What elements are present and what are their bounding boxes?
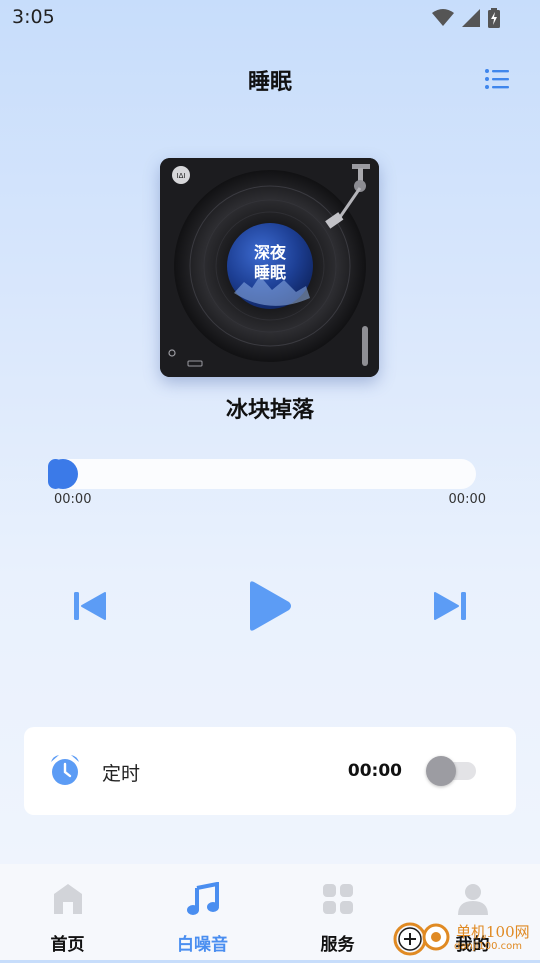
status-icons bbox=[432, 8, 500, 28]
timer-toggle[interactable] bbox=[426, 756, 476, 786]
alarm-clock-icon bbox=[51, 755, 79, 785]
pitch-slider bbox=[362, 326, 368, 366]
person-icon bbox=[457, 884, 488, 915]
music-note-icon bbox=[186, 882, 219, 915]
tab-services-label: 服务 bbox=[320, 935, 355, 955]
track-title: 冰块掉落 bbox=[225, 398, 314, 423]
status-bar: 3:05 bbox=[0, 0, 540, 36]
watermark-logo bbox=[393, 922, 450, 956]
cover-text-line2: 睡眠 bbox=[254, 263, 286, 282]
cellular-signal-icon bbox=[462, 9, 480, 27]
timer-value: 00:00 bbox=[347, 761, 402, 781]
tab-white-noise[interactable]: 白噪音 bbox=[135, 864, 270, 960]
play-button[interactable] bbox=[244, 579, 294, 633]
progress-bar[interactable] bbox=[48, 459, 476, 489]
timer-label: 定时 bbox=[102, 763, 141, 785]
tab-home[interactable]: 首页 bbox=[0, 864, 135, 960]
battery-icon bbox=[488, 8, 500, 28]
watermark-subtext: danji100.com bbox=[454, 941, 522, 952]
watermark: 单机100网 danji100.com bbox=[392, 915, 540, 960]
tab-white-noise-label: 白噪音 bbox=[177, 935, 228, 955]
home-icon bbox=[53, 884, 82, 914]
next-track-button[interactable] bbox=[432, 590, 468, 622]
timer-card: 定时 00:00 bbox=[24, 727, 516, 815]
watermark-text: 单机100网 bbox=[456, 923, 530, 941]
tab-services[interactable]: 服务 bbox=[270, 864, 405, 960]
turntable-graphic: 深夜 睡眠 ΙΔΙ bbox=[160, 158, 379, 377]
album-artwork: 深夜 睡眠 ΙΔΙ bbox=[160, 158, 379, 377]
playlist-icon[interactable] bbox=[484, 66, 510, 92]
progress-knob[interactable] bbox=[48, 459, 78, 489]
grid-icon bbox=[322, 884, 353, 914]
tab-home-label: 首页 bbox=[50, 935, 85, 955]
header: 睡眠 bbox=[0, 56, 540, 100]
page-title: 睡眠 bbox=[247, 70, 292, 95]
brand-badge-text: ΙΔΙ bbox=[177, 172, 186, 180]
total-time: 00:00 bbox=[448, 492, 486, 507]
current-time: 00:00 bbox=[54, 492, 92, 507]
toggle-thumb bbox=[426, 756, 456, 786]
previous-track-button[interactable] bbox=[72, 590, 108, 622]
wifi-icon bbox=[432, 9, 454, 26]
status-time: 3:05 bbox=[12, 6, 55, 28]
cover-text-line1: 深夜 bbox=[254, 243, 287, 262]
